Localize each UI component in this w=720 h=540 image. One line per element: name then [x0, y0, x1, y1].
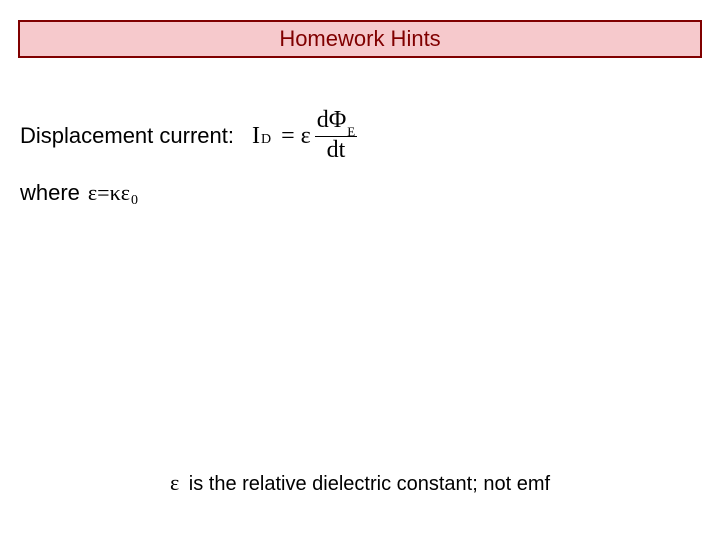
slide-title: Homework Hints [279, 28, 440, 50]
fraction-denominator: dt [325, 138, 348, 163]
symbol-phi: Φ [329, 107, 347, 133]
where-label: where [20, 180, 80, 206]
displacement-current-row: Displacement current: I D = ε dΦE dt [20, 108, 357, 164]
symbol-epsilon0: ε [121, 180, 130, 206]
subscript-0: 0 [131, 193, 138, 209]
symbol-epsilon: ε [301, 124, 311, 148]
fraction: dΦE dt [315, 108, 358, 164]
displacement-label: Displacement current: [20, 123, 234, 149]
slide: Homework Hints Displacement current: I D… [0, 0, 720, 540]
where-row: where ε = κε0 [20, 180, 138, 206]
symbol-epsilon-where: ε [88, 180, 97, 206]
footer-text: is the relative dielectric constant; not… [183, 473, 550, 495]
title-box: Homework Hints [18, 20, 702, 58]
fraction-numerator: dΦE [315, 108, 358, 135]
displacement-equation: I D = ε dΦE dt [252, 108, 357, 164]
subscript-D: D [261, 125, 271, 147]
symbol-kappa: κ [110, 180, 121, 206]
symbol-I: I [252, 124, 260, 148]
equals-sign: = [281, 124, 295, 148]
symbol-d: d [317, 107, 329, 133]
subscript-E: E [347, 124, 355, 139]
equals-where: = [97, 180, 109, 206]
footer-epsilon: ε [170, 470, 179, 495]
footer-note: ε is the relative dielectric constant; n… [0, 470, 720, 496]
